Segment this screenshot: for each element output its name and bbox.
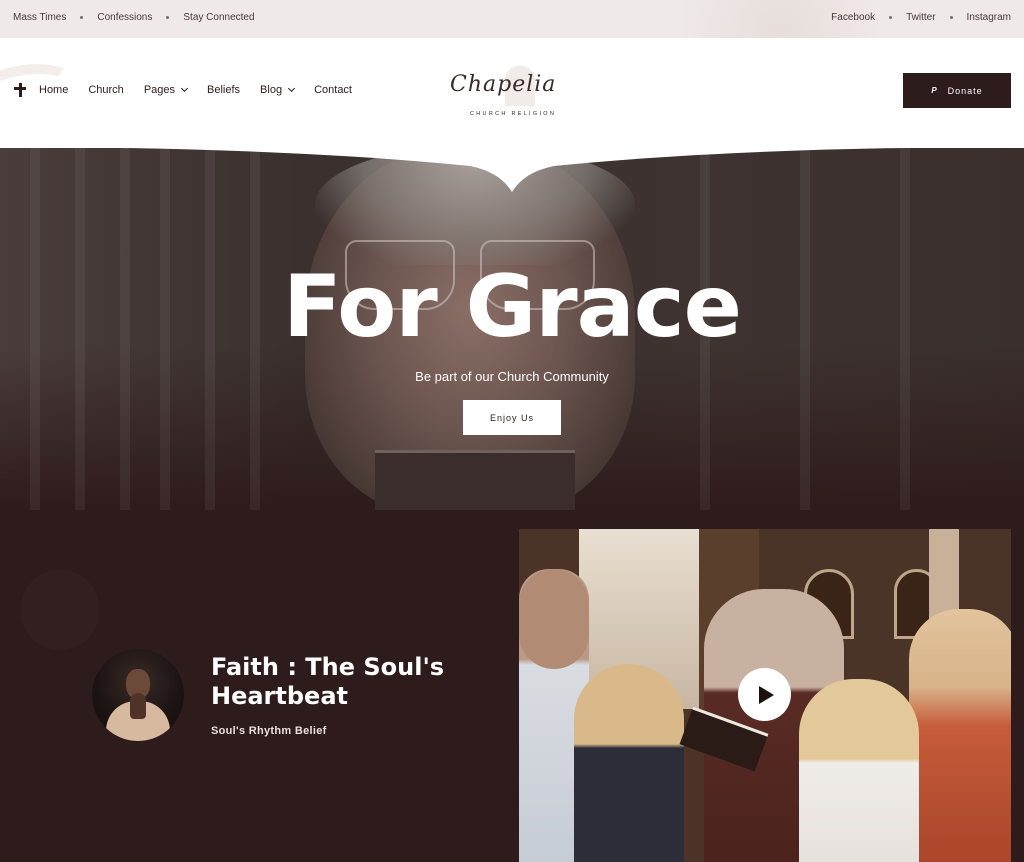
chevron-down-icon [288, 84, 296, 93]
donate-button[interactable]: P Donate [903, 73, 1011, 108]
nav-label: Church [88, 84, 124, 96]
site-logo[interactable]: Chapelia CHURCH RELIGION [450, 66, 575, 126]
hero-section: For Grace Be part of our Church Communit… [0, 145, 1024, 510]
top-link-stay-connected[interactable]: Stay Connected [183, 12, 254, 23]
paypal-icon: P [931, 86, 938, 95]
video-person [909, 609, 1011, 862]
donate-label: Donate [947, 85, 983, 96]
top-link-facebook[interactable]: Facebook [831, 12, 875, 23]
nav-label: Contact [314, 84, 352, 96]
separator-dot [166, 16, 170, 19]
play-icon [759, 685, 774, 704]
praying-hands-icon [130, 693, 146, 719]
separator-dot [80, 16, 84, 19]
feature-section: Faith : The Soul's Heartbeat Soul's Rhyt… [0, 510, 1024, 862]
nav-label: Beliefs [207, 84, 241, 96]
nav-item-home[interactable]: Home [39, 84, 68, 96]
top-nav-left: Mass Times Confessions Stay Connected [13, 12, 255, 23]
nav-item-blog[interactable]: Blog [260, 84, 296, 96]
header-curve [0, 145, 1024, 192]
enjoy-us-button[interactable]: Enjoy Us [463, 400, 561, 435]
play-button[interactable] [738, 668, 791, 721]
nav-item-pages[interactable]: Pages [143, 84, 189, 96]
separator-dot [949, 16, 953, 19]
praying-woman-avatar [92, 649, 184, 741]
top-link-confessions[interactable]: Confessions [97, 12, 152, 23]
main-nav: Home Church Pages Beliefs Blog Contact [14, 83, 372, 97]
chevron-down-icon [180, 84, 189, 93]
feature-subtitle: Soul's Rhythm Belief [211, 725, 327, 737]
logo-script: Chapelia [450, 72, 557, 97]
video-thumbnail[interactable] [519, 529, 1011, 862]
video-person [574, 664, 684, 862]
nav-label: Pages [143, 84, 176, 96]
nav-item-beliefs[interactable]: Beliefs [207, 84, 240, 96]
top-link-twitter[interactable]: Twitter [906, 12, 935, 23]
logo-subtitle: CHURCH RELIGION [470, 111, 557, 117]
nav-label: Home [39, 84, 69, 96]
top-link-mass-times[interactable]: Mass Times [13, 12, 66, 23]
nav-label: Blog [260, 84, 283, 96]
feature-title: Faith : The Soul's Heartbeat [211, 653, 445, 710]
top-link-instagram[interactable]: Instagram [967, 12, 1011, 23]
cross-icon [14, 83, 26, 97]
nav-item-church[interactable]: Church [88, 84, 123, 96]
top-bar: Mass Times Confessions Stay Connected Fa… [0, 0, 1024, 38]
video-person-head [519, 569, 589, 669]
background-decoration [20, 570, 100, 650]
hero-title: For Grace [282, 257, 742, 357]
main-header: Home Church Pages Beliefs Blog Contact C… [0, 38, 1024, 148]
hero-portrait-collar [375, 450, 575, 510]
top-nav-right: Facebook Twitter Instagram [831, 12, 1011, 23]
video-person [799, 679, 919, 862]
separator-dot [889, 16, 893, 19]
hero-subtitle: Be part of our Church Community [415, 369, 609, 384]
nav-item-contact[interactable]: Contact [314, 84, 352, 96]
